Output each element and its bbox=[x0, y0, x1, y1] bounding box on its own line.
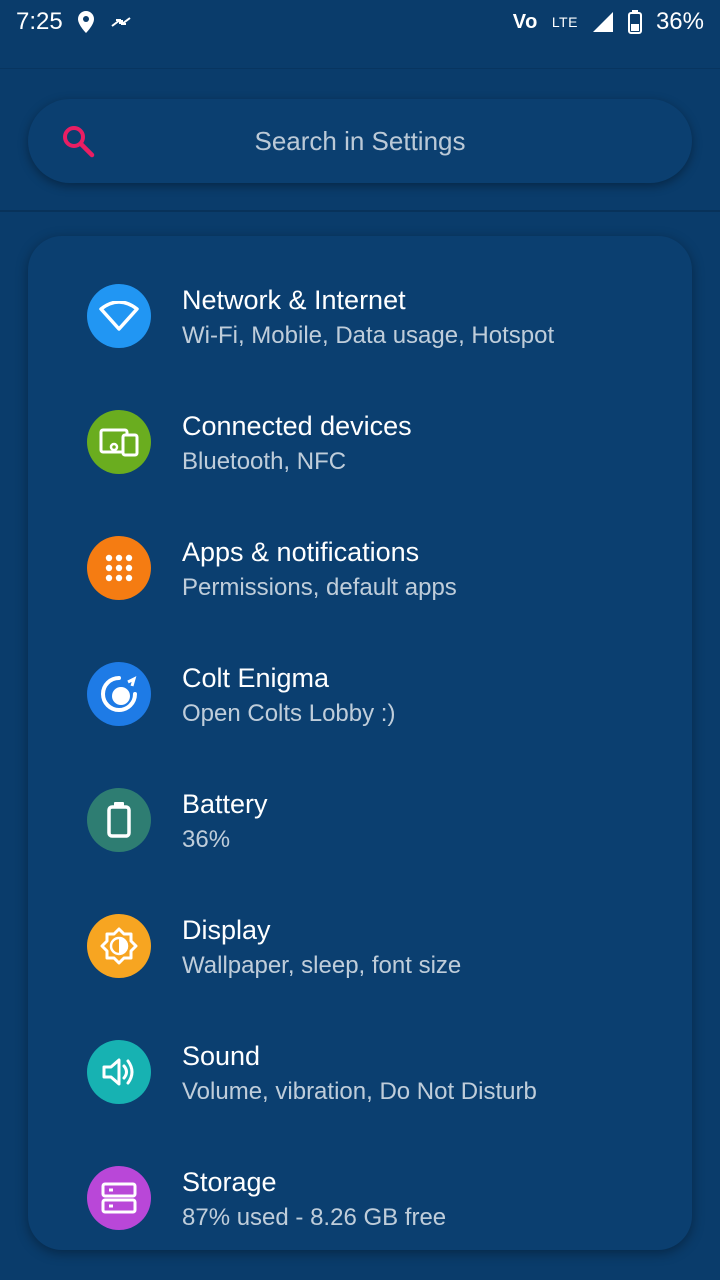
wifi-icon bbox=[87, 284, 151, 348]
search-header: Search in Settings bbox=[0, 68, 720, 212]
volume-icon bbox=[87, 1040, 151, 1104]
item-title: Connected devices bbox=[182, 411, 412, 441]
battery-icon bbox=[87, 788, 151, 852]
clock: 7:25 bbox=[16, 8, 63, 35]
settings-item-sound[interactable]: Sound Volume, vibration, Do Not Disturb bbox=[28, 992, 692, 1118]
search-placeholder: Search in Settings bbox=[254, 126, 466, 156]
volte-label: Vo bbox=[512, 10, 538, 33]
status-bar: 7:25 Vo LTE 36% bbox=[0, 0, 720, 44]
item-title: Battery bbox=[182, 789, 268, 819]
item-title: Display bbox=[182, 915, 271, 945]
item-title: Network & Internet bbox=[182, 285, 406, 315]
settings-item-apps-notifications[interactable]: Apps & notifications Permissions, defaul… bbox=[28, 488, 692, 614]
devices-icon bbox=[87, 410, 151, 474]
item-title: Apps & notifications bbox=[182, 537, 420, 567]
colt-icon bbox=[87, 662, 151, 726]
item-subtitle: Open Colts Lobby :) bbox=[182, 700, 396, 727]
search-bar[interactable]: Search in Settings bbox=[28, 99, 692, 183]
location-icon bbox=[77, 11, 94, 33]
settings-item-storage[interactable]: Storage 87% used - 8.26 GB free bbox=[28, 1118, 692, 1244]
item-subtitle: Wallpaper, sleep, font size bbox=[182, 952, 462, 979]
item-title: Storage bbox=[182, 1167, 277, 1197]
settings-item-colt-enigma[interactable]: Colt Enigma Open Colts Lobby :) bbox=[28, 614, 692, 740]
brightness-icon bbox=[87, 914, 151, 978]
settings-list: Network & Internet Wi-Fi, Mobile, Data u… bbox=[28, 236, 692, 1250]
battery-percent: 36% bbox=[655, 8, 704, 35]
battery-status-icon bbox=[627, 10, 642, 34]
item-title: Colt Enigma bbox=[182, 663, 330, 693]
data-transfer-icon bbox=[111, 17, 131, 27]
item-subtitle: 87% used - 8.26 GB free bbox=[182, 1204, 447, 1231]
settings-item-display[interactable]: Display Wallpaper, sleep, font size bbox=[28, 866, 692, 992]
item-subtitle: Permissions, default apps bbox=[182, 574, 457, 601]
signal-icon bbox=[592, 12, 613, 32]
apps-grid-icon bbox=[87, 536, 151, 600]
item-subtitle: Bluetooth, NFC bbox=[182, 448, 347, 475]
item-subtitle: Volume, vibration, Do Not Disturb bbox=[182, 1078, 537, 1105]
settings-item-network-internet[interactable]: Network & Internet Wi-Fi, Mobile, Data u… bbox=[28, 236, 692, 362]
network-type: LTE bbox=[551, 14, 578, 30]
settings-item-battery[interactable]: Battery 36% bbox=[28, 740, 692, 866]
item-title: Sound bbox=[182, 1041, 261, 1071]
storage-icon bbox=[87, 1166, 151, 1230]
item-subtitle: 36% bbox=[182, 826, 231, 853]
item-subtitle: Wi-Fi, Mobile, Data usage, Hotspot bbox=[182, 322, 555, 349]
settings-item-connected-devices[interactable]: Connected devices Bluetooth, NFC bbox=[28, 362, 692, 488]
